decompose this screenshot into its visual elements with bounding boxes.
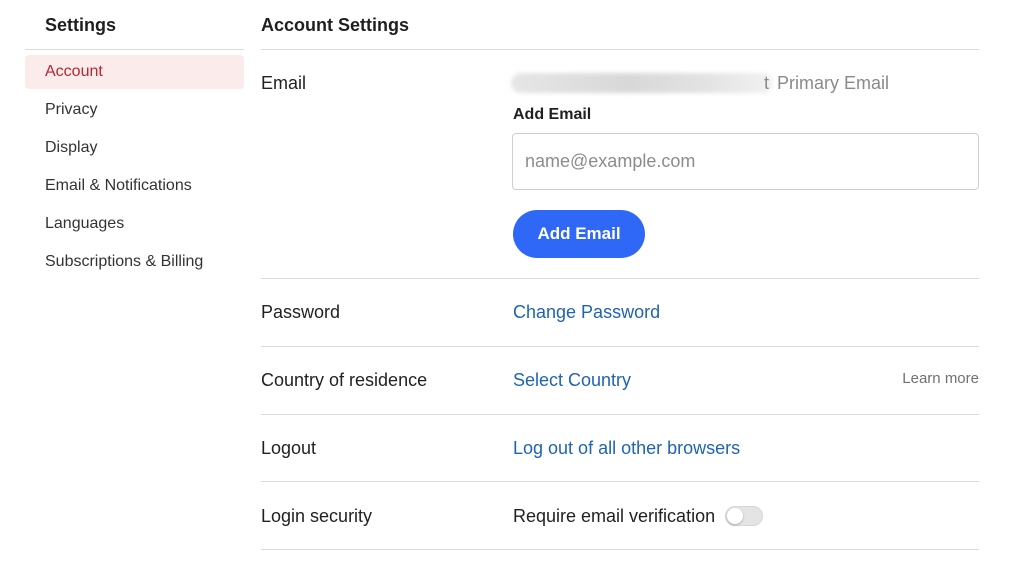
learn-more-link[interactable]: Learn more: [902, 370, 979, 387]
sidebar-item-languages[interactable]: Languages: [25, 207, 244, 241]
row-divider: [261, 549, 979, 550]
page-title: Account Settings: [261, 15, 410, 35]
settings-nav: Account Privacy Display Email & Notifica…: [25, 55, 244, 283]
sidebar-title: Settings: [45, 15, 117, 35]
sidebar-divider: [25, 49, 244, 50]
add-email-label: Add Email: [513, 106, 592, 123]
logout-other-browsers-link[interactable]: Log out of all other browsers: [513, 438, 740, 459]
primary-email-tag: Primary Email: [777, 73, 890, 93]
password-row-label: Password: [261, 302, 341, 322]
redacted-email-address: [511, 73, 773, 93]
row-divider: [261, 278, 979, 279]
sidebar-item-subscriptions-billing[interactable]: Subscriptions & Billing: [25, 245, 244, 279]
toggle-knob: [727, 508, 744, 524]
login-security-row-label: Login security: [261, 506, 373, 526]
sidebar-item-display[interactable]: Display: [25, 131, 244, 165]
email-verification-toggle-label: Require email verification: [513, 506, 716, 526]
change-password-link[interactable]: Change Password: [513, 302, 660, 323]
row-divider: [261, 414, 979, 415]
logout-row-label: Logout: [261, 438, 317, 458]
add-email-button[interactable]: Add Email: [513, 210, 645, 258]
email-verification-toggle[interactable]: [725, 506, 764, 526]
row-divider: [261, 481, 979, 482]
select-country-link[interactable]: Select Country: [513, 370, 631, 391]
sidebar-item-email-notifications[interactable]: Email & Notifications: [25, 169, 244, 203]
email-visible-suffix: t: [764, 73, 770, 93]
section-divider: [261, 49, 979, 50]
sidebar-item-account[interactable]: Account: [25, 55, 244, 89]
row-divider: [261, 346, 979, 347]
sidebar-item-privacy[interactable]: Privacy: [25, 93, 244, 127]
country-row-label: Country of residence: [261, 370, 428, 390]
email-row-label: Email: [261, 73, 307, 93]
add-email-input[interactable]: [512, 133, 979, 190]
